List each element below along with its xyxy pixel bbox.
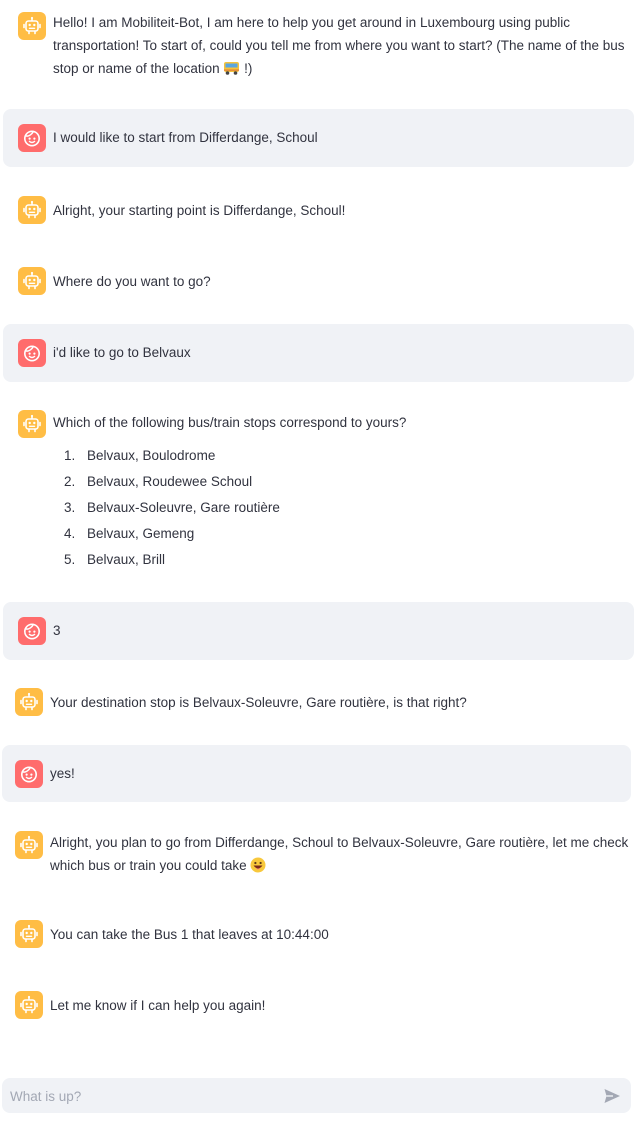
user-avatar-icon [18,124,46,152]
chat-message-bot: Where do you want to go? [0,257,640,307]
chat-input[interactable] [2,1078,602,1115]
message-text: Alright, you plan to go from Differdange… [50,831,630,880]
message-text: Let me know if I can help you again! [50,998,266,1013]
chat-message-bot: Hello! I am Mobiliteit-Bot, I am here to… [0,0,640,90]
chat-message-bot: Which of the following bus/train stops c… [0,398,640,588]
list-item: Belvaux, Boulodrome [79,446,613,466]
message-text: You can take the Bus 1 that leaves at 10… [50,927,329,942]
chat-message-bot: Your destination stop is Belvaux-Soleuvr… [0,678,640,728]
bot-avatar-icon [15,920,43,948]
chat-message-bot: Alright, your starting point is Differda… [0,186,640,236]
bot-avatar-icon [18,267,46,295]
chat-message-user: yes! [2,745,631,802]
stop-options-list: Belvaux, Boulodrome Belvaux, Roudewee Sc… [53,446,613,570]
chat-message-user: 3 [3,602,634,660]
bot-avatar-icon [15,688,43,716]
user-avatar-icon [15,760,43,788]
list-item: Belvaux, Gemeng [79,524,613,544]
grinning-face-emoji-icon [250,857,266,880]
send-icon [604,1089,620,1103]
message-text: yes! [50,766,75,781]
bot-avatar-icon [15,831,43,859]
message-text: Which of the following bus/train stops c… [53,411,613,576]
user-avatar-icon [18,617,46,645]
message-text: Where do you want to go? [53,274,211,289]
message-text: 3 [53,623,61,638]
bus-emoji-icon [223,60,240,83]
bot-avatar-icon [18,196,46,224]
list-item: Belvaux, Roudewee Schoul [79,472,613,492]
bot-avatar-icon [18,410,46,438]
chat-message-bot: Alright, you plan to go from Differdange… [0,820,640,890]
message-text: Alright, your starting point is Differda… [53,203,346,218]
message-text: Your destination stop is Belvaux-Soleuvr… [50,695,467,710]
send-button[interactable] [603,1087,621,1105]
chat-input-container [2,1078,631,1115]
message-text: Hello! I am Mobiliteit-Bot, I am here to… [53,11,628,83]
chat-message-user: i'd like to go to Belvaux [3,324,634,382]
bot-avatar-icon [18,12,46,40]
user-avatar-icon [18,339,46,367]
message-text: i'd like to go to Belvaux [53,345,191,360]
list-item: Belvaux, Brill [79,550,613,570]
message-paragraph: Which of the following bus/train stops c… [53,415,407,430]
bot-avatar-icon [15,991,43,1019]
message-text: I would like to start from Differdange, … [53,130,318,145]
chat-message-bot: You can take the Bus 1 that leaves at 10… [0,910,640,960]
chat-message-user: I would like to start from Differdange, … [3,109,634,167]
chat-message-bot: Let me know if I can help you again! [0,981,640,1031]
list-item: Belvaux-Soleuvre, Gare routière [79,498,613,518]
